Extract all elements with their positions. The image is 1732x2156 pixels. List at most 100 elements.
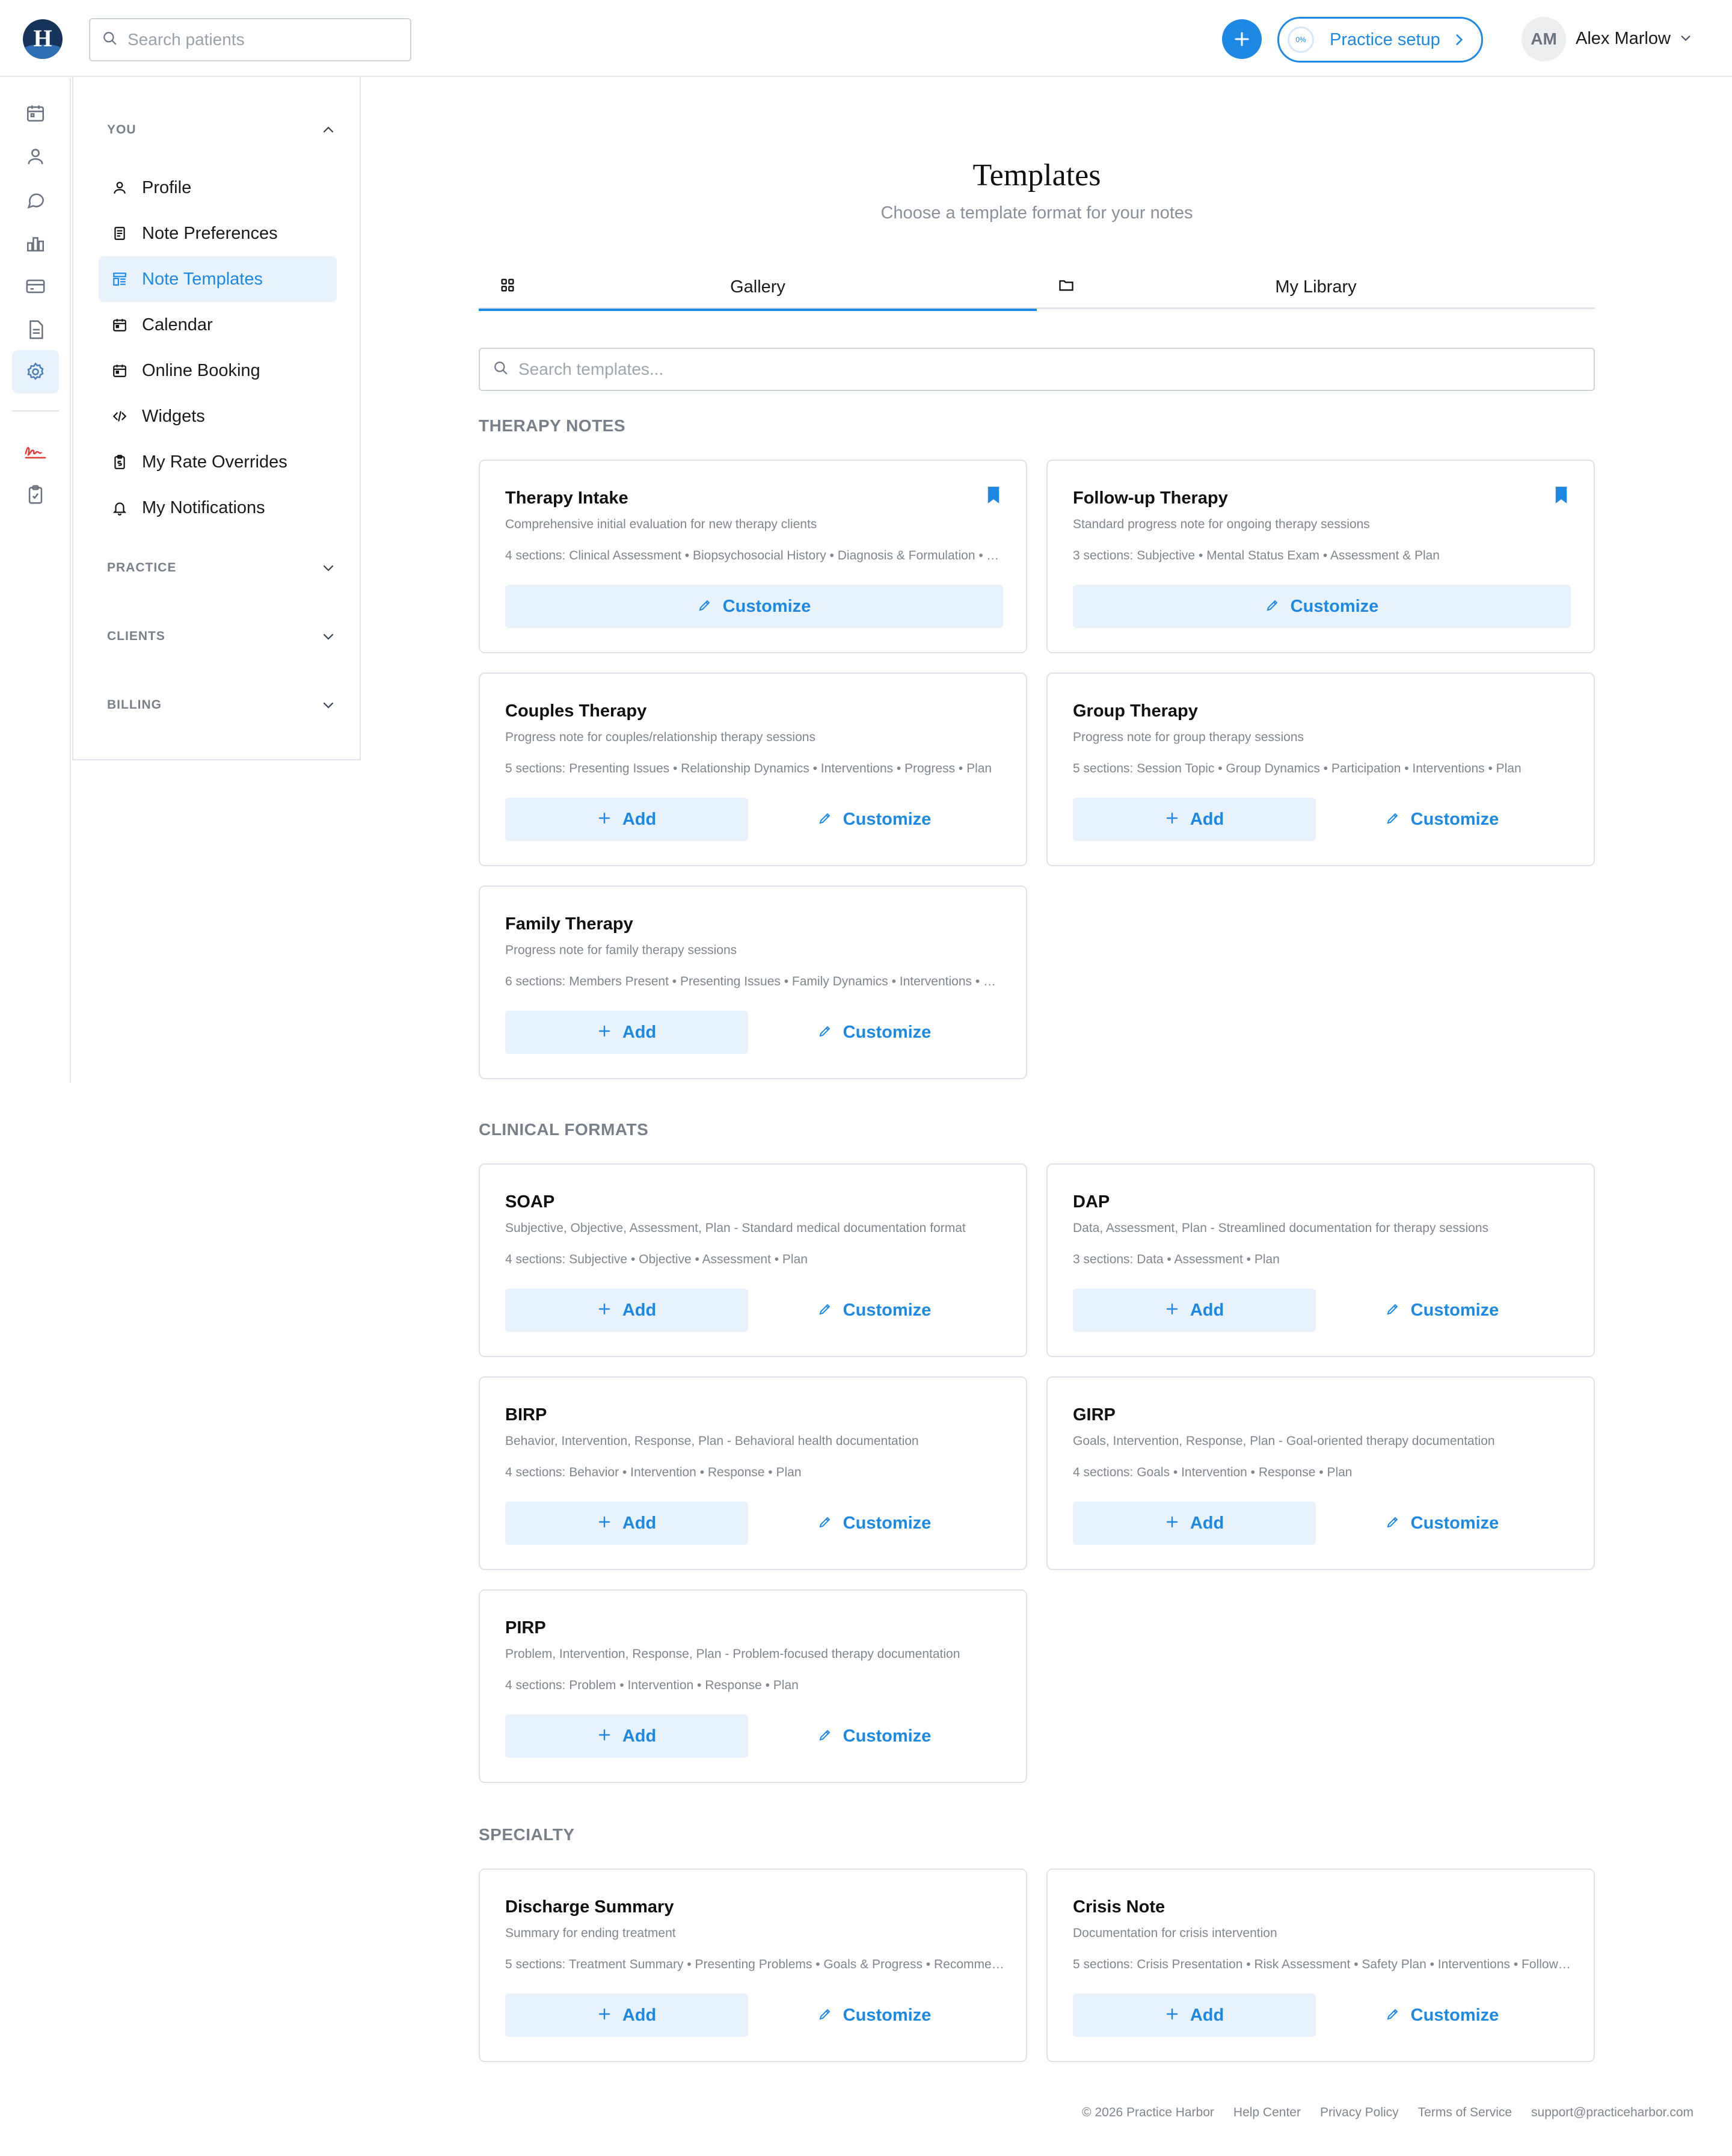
customize-button[interactable]: Customize	[1316, 798, 1568, 841]
customize-button[interactable]: Customize	[1316, 1502, 1568, 1545]
menu-calendar[interactable]: Calendar	[99, 302, 337, 348]
customize-button[interactable]: Customize	[748, 1994, 1001, 2037]
rail-documents[interactable]	[12, 308, 59, 351]
template-card[interactable]: BIRP Behavior, Intervention, Response, P…	[479, 1376, 1027, 1570]
bookmark-icon[interactable]	[986, 486, 1001, 507]
chevron-down-icon[interactable]	[1679, 31, 1692, 48]
add-button[interactable]: Add	[1073, 1502, 1316, 1545]
customize-button[interactable]: Customize	[748, 1502, 1001, 1545]
template-card-description: Progress note for couples/relationship t…	[505, 730, 815, 744]
calendar-icon	[26, 105, 45, 122]
customize-button[interactable]: Customize	[1073, 585, 1571, 628]
section-title: SPECIALTY	[479, 1825, 575, 1844]
customize-button[interactable]: Customize	[1316, 1289, 1568, 1332]
menu-note-preferences[interactable]: Note Preferences	[99, 211, 337, 256]
menu-notifications[interactable]: My Notifications	[99, 485, 337, 531]
group-you[interactable]: YOU	[107, 118, 336, 142]
add-button[interactable]: Add	[505, 1994, 748, 2037]
menu-profile[interactable]: Profile	[99, 165, 337, 211]
pencil-icon	[698, 598, 712, 615]
menu-note-templates[interactable]: Note Templates	[99, 256, 337, 302]
footer-privacy-link[interactable]: Privacy Policy	[1320, 2105, 1399, 2120]
rail-calendar[interactable]	[12, 91, 59, 135]
tab-my-library[interactable]: My Library	[1037, 265, 1595, 309]
footer-support-email[interactable]: support@practiceharbor.com	[1531, 2105, 1694, 2120]
add-button[interactable]: Add	[505, 1714, 748, 1758]
add-button[interactable]: Add	[505, 1011, 748, 1054]
rail-settings[interactable]	[12, 350, 59, 393]
template-card[interactable]: Crisis Note Documentation for crisis int…	[1046, 1868, 1595, 2062]
template-card[interactable]: Therapy Intake Comprehensive initial eva…	[479, 460, 1027, 653]
rail-clients[interactable]	[12, 135, 59, 178]
calendar-icon	[113, 365, 126, 377]
calendar-icon	[113, 319, 126, 331]
user-name[interactable]: Alex Marlow	[1576, 29, 1671, 49]
folder-icon	[1057, 277, 1075, 297]
section-title: CLINICAL FORMATS	[479, 1120, 649, 1139]
customize-button[interactable]: Customize	[748, 798, 1001, 841]
customize-button[interactable]: Customize	[748, 1714, 1001, 1758]
customize-button[interactable]: Customize	[748, 1011, 1001, 1054]
add-button[interactable]: Add	[1073, 798, 1316, 841]
template-card-title: Therapy Intake	[505, 488, 628, 508]
template-card-sections: 4 sections: Subjective • Objective • Ass…	[505, 1252, 808, 1266]
template-search-input[interactable]	[518, 360, 1541, 379]
add-button[interactable]: Add	[505, 1502, 748, 1545]
template-card[interactable]: Couples Therapy Progress note for couple…	[479, 673, 1027, 866]
menu-rate-overrides[interactable]: My Rate Overrides	[99, 439, 337, 485]
add-button[interactable]: Add	[1073, 1994, 1316, 2037]
template-card[interactable]: GIRP Goals, Intervention, Response, Plan…	[1046, 1376, 1595, 1570]
template-card[interactable]: SOAP Subjective, Objective, Assessment, …	[479, 1163, 1027, 1357]
patient-search-input[interactable]	[127, 30, 380, 49]
avatar[interactable]: AM	[1522, 17, 1566, 61]
footer-terms-link[interactable]: Terms of Service	[1418, 2105, 1512, 2120]
customize-button[interactable]: Customize	[505, 585, 1003, 628]
plus-icon	[597, 1024, 612, 1041]
customize-button[interactable]: Customize	[1316, 1994, 1568, 2037]
plus-icon	[597, 1515, 612, 1532]
rail-tasks[interactable]	[12, 473, 59, 516]
bar-chart-icon	[26, 237, 45, 252]
rail-messages[interactable]	[12, 178, 59, 221]
practice-setup-button[interactable]: 0% Practice setup	[1277, 17, 1483, 63]
template-search[interactable]	[479, 348, 1595, 391]
template-card-sections: 4 sections: Clinical Assessment • Biopsy…	[505, 549, 1004, 562]
rail-billing[interactable]	[12, 265, 59, 308]
template-card-description: Goals, Intervention, Response, Plan - Go…	[1073, 1434, 1495, 1448]
template-card[interactable]: Family Therapy Progress note for family …	[479, 886, 1027, 1079]
customize-button[interactable]: Customize	[748, 1289, 1001, 1332]
template-card-sections: 3 sections: Subjective • Mental Status E…	[1073, 549, 1440, 562]
tab-gallery[interactable]: Gallery	[479, 265, 1037, 311]
template-card-sections: 6 sections: Members Present • Presenting…	[505, 975, 1004, 988]
footer-help-link[interactable]: Help Center	[1233, 2105, 1301, 2120]
plus-icon	[597, 1302, 612, 1319]
group-practice[interactable]: PRACTICE	[107, 556, 336, 580]
plus-icon	[1165, 2007, 1179, 2024]
practice-logo[interactable]: H	[23, 19, 63, 59]
document-icon	[29, 320, 43, 339]
template-card-description: Data, Assessment, Plan - Streamlined doc…	[1073, 1221, 1489, 1235]
group-billing[interactable]: BILLING	[107, 693, 336, 717]
template-card[interactable]: Follow-up Therapy Standard progress note…	[1046, 460, 1595, 653]
add-button[interactable]: Add	[505, 1289, 748, 1332]
template-card[interactable]: Group Therapy Progress note for group th…	[1046, 673, 1595, 866]
bookmark-icon[interactable]	[1554, 486, 1568, 507]
group-clients[interactable]: CLIENTS	[107, 624, 336, 648]
add-button[interactable]: Add	[505, 798, 748, 841]
menu-online-booking[interactable]: Online Booking	[99, 348, 337, 393]
code-icon	[112, 411, 127, 422]
quick-add-button[interactable]	[1222, 19, 1262, 59]
template-card[interactable]: PIRP Problem, Intervention, Response, Pl…	[479, 1589, 1027, 1783]
template-card-title: GIRP	[1073, 1405, 1116, 1424]
template-card[interactable]: Discharge Summary Summary for ending tre…	[479, 1868, 1027, 2062]
add-button[interactable]: Add	[1073, 1289, 1316, 1332]
template-card-title: Family Therapy	[505, 914, 633, 934]
template-card[interactable]: DAP Data, Assessment, Plan - Streamlined…	[1046, 1163, 1595, 1357]
rail-analytics[interactable]	[12, 221, 59, 265]
patient-search[interactable]	[89, 18, 411, 61]
rail-signature[interactable]	[12, 430, 59, 473]
plus-icon	[1165, 1515, 1179, 1532]
menu-widgets[interactable]: Widgets	[99, 393, 337, 439]
template-card-description: Standard progress note for ongoing thera…	[1073, 517, 1370, 531]
bell-icon	[112, 502, 127, 516]
